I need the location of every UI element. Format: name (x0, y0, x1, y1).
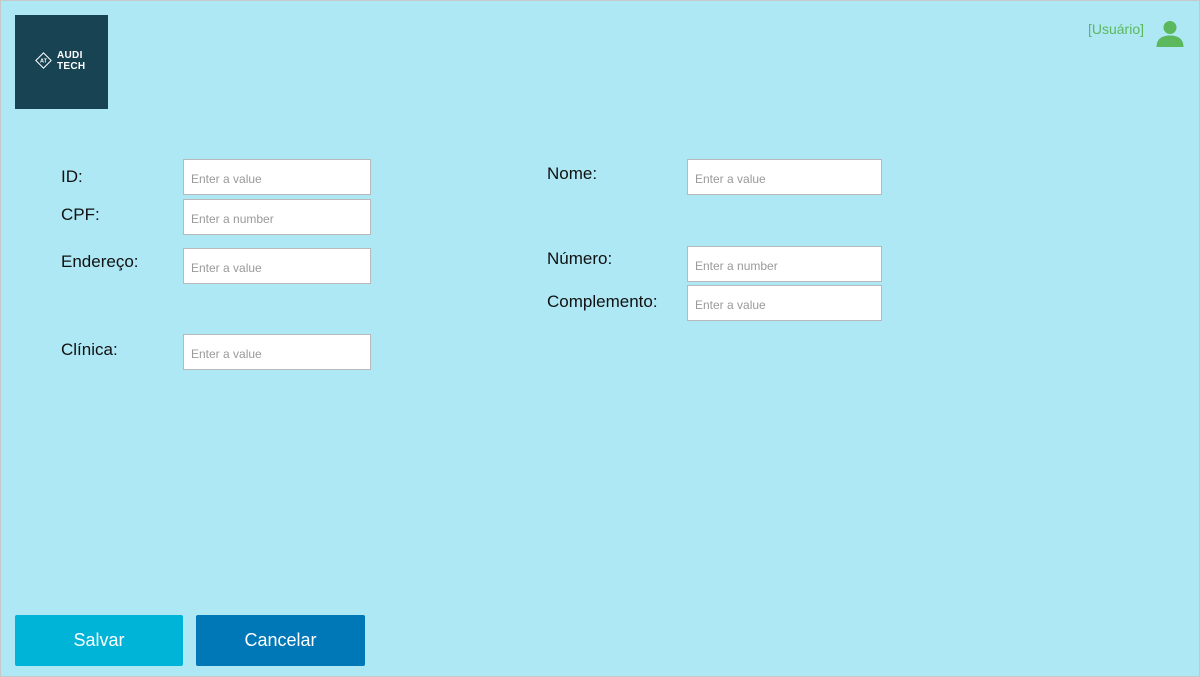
clinica-input[interactable] (183, 334, 371, 370)
logo-badge-text: AT (40, 59, 48, 65)
nome-input[interactable] (687, 159, 882, 195)
cancel-button[interactable]: Cancelar (196, 615, 365, 666)
numero-label: Número: (547, 249, 613, 268)
clinica-label: Clínica: (61, 340, 118, 359)
page-frame (0, 0, 1200, 677)
logo-badge-icon: AT (35, 52, 52, 69)
endereco-input[interactable] (183, 248, 371, 284)
id-label: ID: (61, 167, 83, 186)
logo: AT AUDI TECH (15, 15, 108, 109)
logo-text: AUDI TECH (57, 50, 85, 72)
complemento-label: Complemento: (547, 292, 658, 311)
nome-label: Nome: (547, 164, 598, 183)
logo-text-line1: AUDI (57, 50, 83, 61)
logo-text-line2: TECH (57, 61, 86, 72)
user-name-label[interactable]: [Usuário] (1088, 21, 1144, 37)
save-button[interactable]: Salvar (15, 615, 183, 666)
cpf-input[interactable] (183, 199, 371, 235)
user-icon[interactable] (1155, 19, 1185, 49)
endereco-label: Endereço: (61, 252, 139, 271)
complemento-input[interactable] (687, 285, 882, 321)
numero-input[interactable] (687, 246, 882, 282)
cpf-label: CPF: (61, 205, 100, 224)
id-input[interactable] (183, 159, 371, 195)
